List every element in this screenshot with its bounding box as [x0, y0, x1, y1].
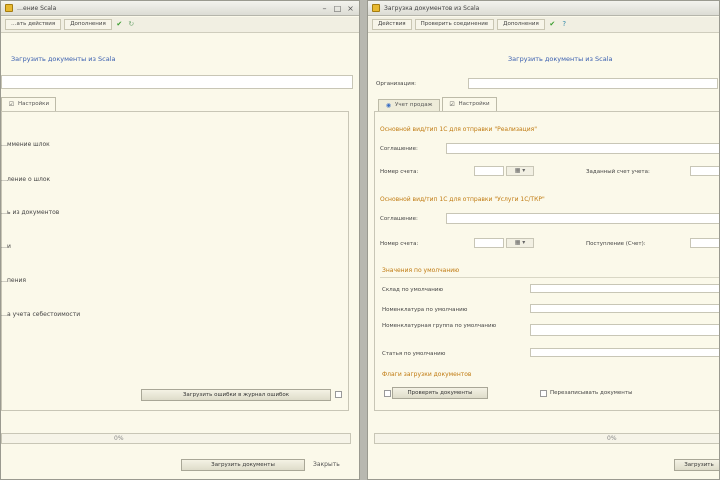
tab-settings-label: Настройки: [458, 101, 490, 107]
s1-cost-label: Заданный счет учета:: [586, 169, 650, 175]
right-window-title: Загрузка документов из Scala: [384, 4, 480, 12]
section2-title: Основной вид/тип 1С для отправки "Услуги…: [380, 196, 545, 203]
s2-account-input[interactable]: [474, 238, 504, 248]
left-tabbar: ☑ Настройки: [1, 97, 58, 111]
org-label: Организация:: [376, 81, 417, 87]
overwrite-documents-checkbox[interactable]: [540, 390, 547, 397]
left-toolbar: …ать действия Дополнения ✔ ↻: [1, 17, 359, 33]
right-tabbar: ◉ Учет продаж ☑ Настройки: [378, 97, 499, 111]
s1-cost-input[interactable]: [690, 166, 719, 176]
app-icon: [372, 4, 380, 12]
left-checkbox[interactable]: [335, 391, 342, 398]
default-nomenclature-label: Номенклатура по умолчанию: [382, 307, 468, 313]
s1-account-input[interactable]: [474, 166, 504, 176]
s1-account-label: Номер счета:: [380, 169, 419, 175]
left-item-2: …ление о шлок: [1, 176, 51, 183]
s1-account-spinner[interactable]: ▦ ▾: [506, 166, 534, 176]
tab-sales-label: Учет продаж: [395, 102, 433, 108]
left-window: …ение Scala – □ × …ать действия Дополнен…: [0, 0, 360, 480]
ok-icon[interactable]: ✔: [548, 20, 557, 29]
left-link-title[interactable]: Загрузить документы из Scala: [11, 55, 116, 63]
s2-agreement-label: Соглашение:: [380, 216, 418, 222]
left-item-6: …а учета себестоимости: [1, 311, 81, 318]
s2-receipt-input[interactable]: [690, 238, 719, 248]
right-load-button[interactable]: Загрузить: [674, 459, 719, 471]
section3-title: Значения по умолчанию: [382, 267, 460, 274]
left-extensions-button[interactable]: Дополнения: [64, 19, 112, 30]
close-link[interactable]: Закрыть: [313, 461, 340, 468]
left-item-4: …и: [1, 243, 11, 250]
tab-settings[interactable]: ☑ Настройки: [441, 97, 497, 111]
check-documents-toggle[interactable]: Проверять документы: [392, 387, 488, 399]
left-item-1: …ммение шлок: [1, 141, 50, 148]
refresh-icon[interactable]: ↻: [127, 20, 136, 29]
default-warehouse-input[interactable]: [530, 284, 719, 293]
right-settings-panel: [374, 111, 719, 411]
left-tab-label: Настройки: [18, 101, 50, 107]
sales-icon: ◉: [385, 102, 392, 109]
default-group-label: Номенклатурная группа по умолчанию: [382, 323, 497, 329]
close-icon[interactable]: ×: [346, 4, 355, 13]
right-progress-bar: 0%: [374, 433, 719, 444]
section4-title: Флаги загрузки документов: [382, 371, 472, 378]
right-link-title[interactable]: Загрузить документы из Scala: [508, 55, 613, 63]
section3-divider: [380, 277, 719, 278]
left-item-3: …ь из документов: [1, 209, 60, 216]
ok-icon[interactable]: ✔: [115, 20, 124, 29]
s2-account-spinner[interactable]: ▦ ▾: [506, 238, 534, 248]
section1-title: Основной вид/тип 1С для отправки "Реализ…: [380, 126, 538, 133]
maximize-icon[interactable]: □: [333, 4, 342, 13]
default-warehouse-label: Склад по умолчанию: [382, 287, 444, 293]
check-connection-button[interactable]: Проверить соединение: [414, 19, 495, 30]
org-input[interactable]: [468, 78, 718, 89]
right-extensions-button[interactable]: Дополнения: [497, 19, 545, 30]
left-progress-percent: 0%: [114, 435, 124, 442]
s1-agreement-label: Соглашение:: [380, 146, 418, 152]
settings-icon: ☑: [449, 101, 455, 108]
left-window-title: …ение Scala: [17, 4, 57, 12]
left-top-input[interactable]: [1, 75, 353, 89]
left-item-5: …пения: [1, 277, 27, 284]
s2-agreement-input[interactable]: [446, 213, 719, 224]
left-actions-button[interactable]: …ать действия: [5, 19, 62, 30]
left-settings-panel: [1, 111, 349, 411]
default-nomenclature-input[interactable]: [530, 304, 719, 313]
right-window: Загрузка документов из Scala Действия Пр…: [367, 0, 720, 480]
help-icon[interactable]: ?: [560, 20, 569, 29]
minimize-icon[interactable]: –: [320, 4, 329, 13]
default-item-input[interactable]: [530, 348, 719, 357]
s2-account-label: Номер счета:: [380, 241, 419, 247]
app-icon: [5, 4, 13, 12]
right-titlebar: Загрузка документов из Scala: [368, 1, 719, 16]
check-documents-checkbox[interactable]: [384, 390, 391, 397]
settings-icon: ☑: [8, 101, 15, 108]
right-progress-percent: 0%: [607, 435, 617, 442]
s1-agreement-input[interactable]: [446, 143, 719, 154]
default-item-label: Статья по умолчанию: [382, 351, 446, 357]
load-errors-button[interactable]: Загрузить ошибки в журнал ошибок: [141, 389, 331, 401]
right-actions-button[interactable]: Действия: [372, 19, 412, 30]
default-group-input[interactable]: [530, 324, 719, 336]
left-load-button[interactable]: Загрузить документы: [181, 459, 305, 471]
left-progress-bar: 0%: [1, 433, 351, 444]
s2-receipt-label: Поступление (Счет):: [586, 241, 646, 247]
right-toolbar: Действия Проверить соединение Дополнения…: [368, 17, 719, 33]
left-tab-settings[interactable]: ☑ Настройки: [1, 97, 57, 111]
overwrite-documents-label: Перезаписывать документы: [550, 390, 633, 396]
left-titlebar: …ение Scala – □ ×: [1, 1, 359, 16]
tab-sales[interactable]: ◉ Учет продаж: [378, 99, 440, 111]
